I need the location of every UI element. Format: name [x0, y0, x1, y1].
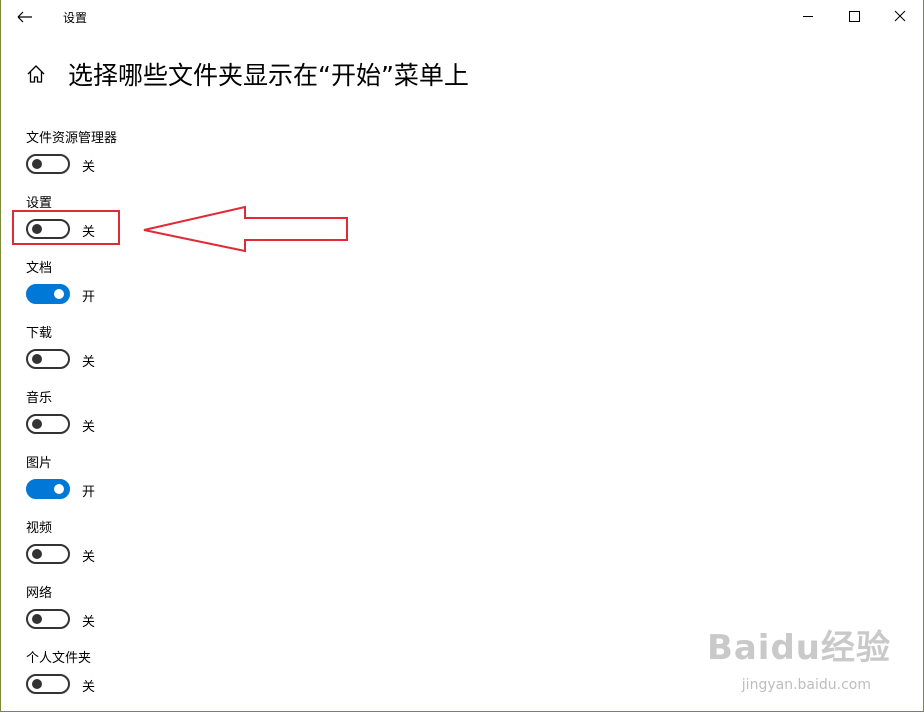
item-label-personal-folder: 个人文件夹 [26, 651, 92, 666]
watermark-url: jingyan.baidu.com [741, 677, 871, 693]
toggle-state-videos: 关 [82, 550, 96, 565]
item-label-pictures: 图片 [26, 456, 53, 471]
home-button[interactable] [25, 63, 47, 85]
toggle-personal-folder[interactable] [26, 674, 70, 694]
toggle-state-file-explorer: 关 [82, 160, 96, 175]
toggle-downloads[interactable] [26, 349, 70, 369]
item-label-downloads: 下载 [26, 326, 53, 341]
toggle-knob [54, 484, 64, 494]
toggle-knob [32, 419, 42, 429]
page-title: 选择哪些文件夹显示在“开始”菜单上 [68, 61, 469, 90]
app-title: 设置 [63, 11, 88, 25]
toggle-videos[interactable] [26, 544, 70, 564]
toggle-knob [32, 159, 42, 169]
toggle-knob [32, 354, 42, 364]
toggle-knob [54, 289, 64, 299]
watermark-logo: Baidu经验 [706, 628, 891, 668]
toggle-state-downloads: 关 [82, 355, 96, 370]
toggle-state-pictures: 开 [82, 485, 96, 500]
toggle-knob [32, 549, 42, 559]
maximize-icon [849, 11, 860, 22]
close-icon [894, 10, 906, 22]
minimize-icon [803, 16, 813, 17]
item-label-music: 音乐 [26, 391, 53, 406]
toggle-state-documents: 开 [82, 290, 96, 305]
minimize-button[interactable] [785, 0, 831, 32]
toggle-state-music: 关 [82, 420, 96, 435]
close-button[interactable] [877, 0, 923, 32]
settings-window: 设置 选择哪些文件夹显示在“开始”菜单上 文件资源管理器 关 设置 关 文档 开… [0, 0, 924, 712]
annotation-highlight-box [12, 210, 120, 245]
toggle-state-personal-folder: 关 [82, 680, 96, 695]
toggle-knob [32, 679, 42, 689]
toggle-file-explorer[interactable] [26, 154, 70, 174]
item-label-network: 网络 [26, 586, 53, 601]
home-icon [27, 65, 45, 83]
maximize-button[interactable] [831, 0, 877, 32]
annotation-arrow-icon [143, 205, 348, 253]
toggle-documents[interactable] [26, 284, 70, 304]
back-button[interactable] [11, 5, 39, 29]
back-arrow-icon [17, 11, 32, 23]
toggle-knob [32, 614, 42, 624]
toggle-state-network: 关 [82, 615, 96, 630]
toggle-pictures[interactable] [26, 479, 70, 499]
item-label-file-explorer: 文件资源管理器 [26, 131, 118, 146]
item-label-videos: 视频 [26, 521, 53, 536]
item-label-settings: 设置 [26, 196, 53, 211]
toggle-network[interactable] [26, 609, 70, 629]
title-bar: 设置 [1, 0, 923, 34]
item-label-documents: 文档 [26, 261, 53, 276]
toggle-music[interactable] [26, 414, 70, 434]
